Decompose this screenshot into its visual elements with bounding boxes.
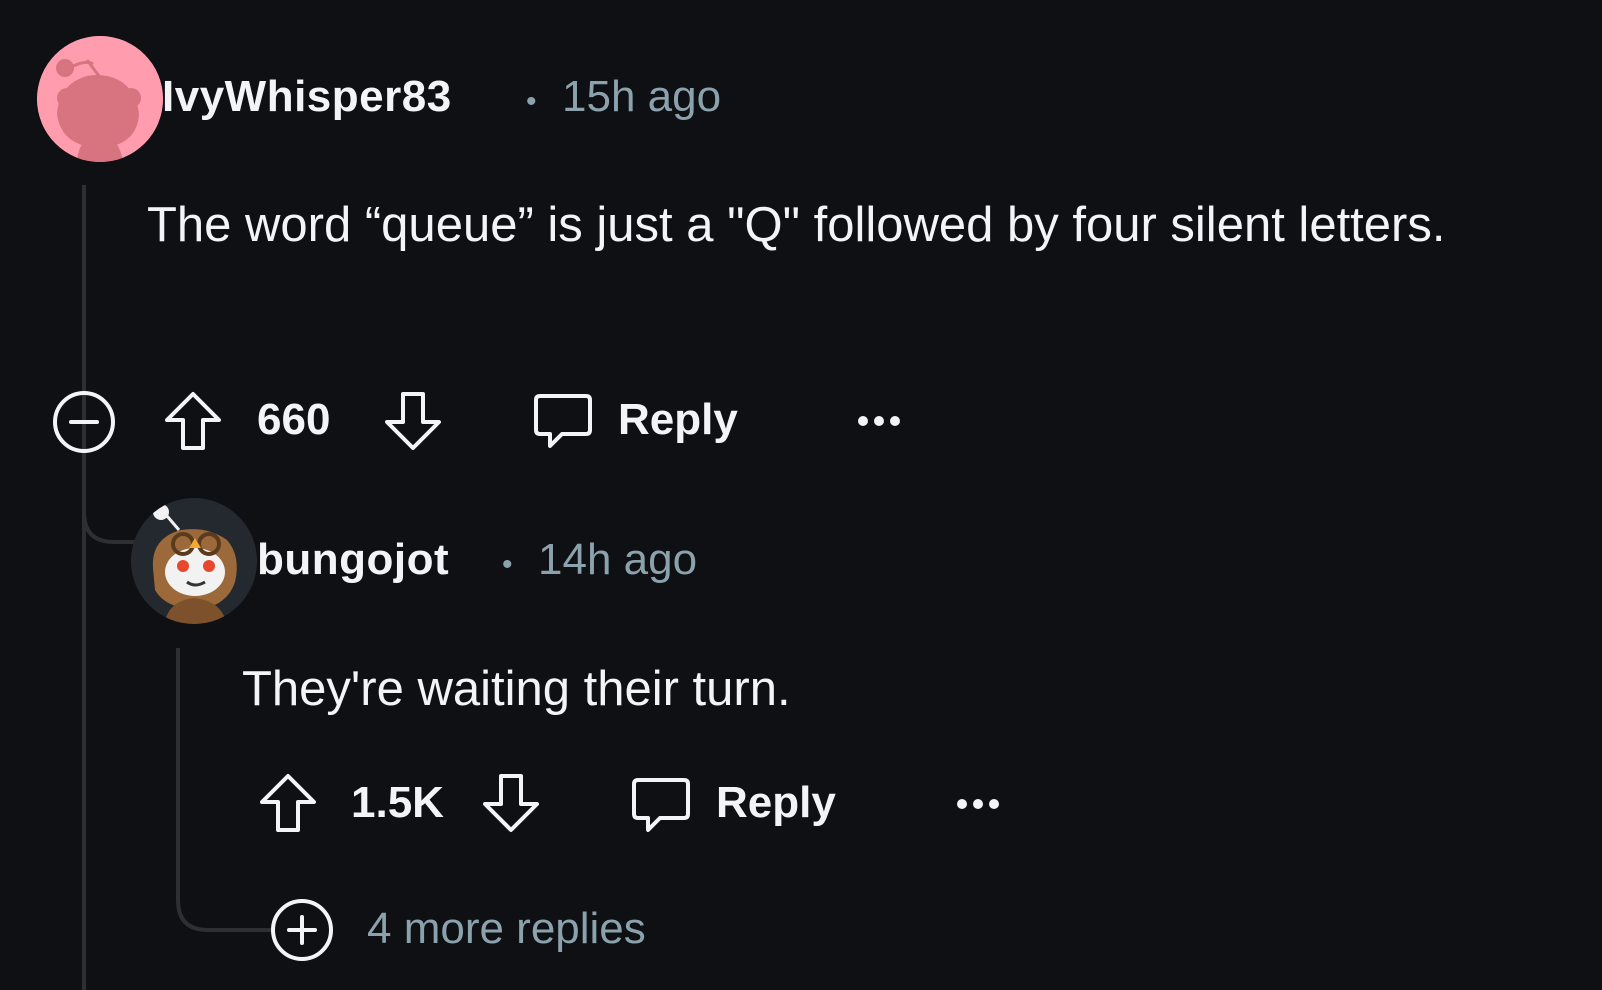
comment-username[interactable]: IvyWhisper83	[162, 72, 452, 122]
thread-line-main	[82, 185, 86, 990]
more-replies-connector	[176, 890, 271, 932]
upvote-icon[interactable]	[258, 772, 318, 834]
more-replies-label: 4 more replies	[367, 904, 646, 953]
reply-label: Reply	[618, 395, 738, 444]
meta-separator: •	[502, 548, 513, 581]
meta-separator: •	[526, 85, 537, 118]
ellipsis-icon[interactable]	[956, 797, 1000, 811]
downvote-icon[interactable]	[481, 772, 541, 834]
snoo-avatar-icon[interactable]	[37, 36, 163, 162]
comment-timestamp: 14h ago	[538, 535, 698, 584]
vote-count: 660	[257, 395, 331, 444]
comment-body: They're waiting their turn.	[242, 662, 791, 716]
ellipsis-icon[interactable]	[857, 414, 901, 428]
downvote-icon[interactable]	[383, 390, 443, 452]
thread-line-reply	[176, 648, 180, 898]
chat-bubble-icon	[632, 778, 690, 832]
reply-label: Reply	[716, 778, 836, 827]
vote-count: 1.5K	[351, 778, 444, 827]
more-replies-button[interactable]: 4 more replies	[270, 898, 710, 964]
reply-button[interactable]: Reply	[530, 388, 760, 458]
comment-username[interactable]: bungojot	[257, 535, 449, 585]
owl-snoo-avatar-icon[interactable]	[131, 498, 257, 624]
minus-circle-icon[interactable]	[52, 390, 116, 454]
chat-bubble-icon	[534, 394, 592, 448]
plus-circle-icon	[271, 899, 333, 961]
reply-button[interactable]: Reply	[628, 772, 858, 842]
comment-timestamp: 15h ago	[562, 72, 722, 121]
upvote-icon[interactable]	[163, 390, 223, 452]
comment-body: The word “queue” is just a "Q" followed …	[147, 198, 1446, 252]
